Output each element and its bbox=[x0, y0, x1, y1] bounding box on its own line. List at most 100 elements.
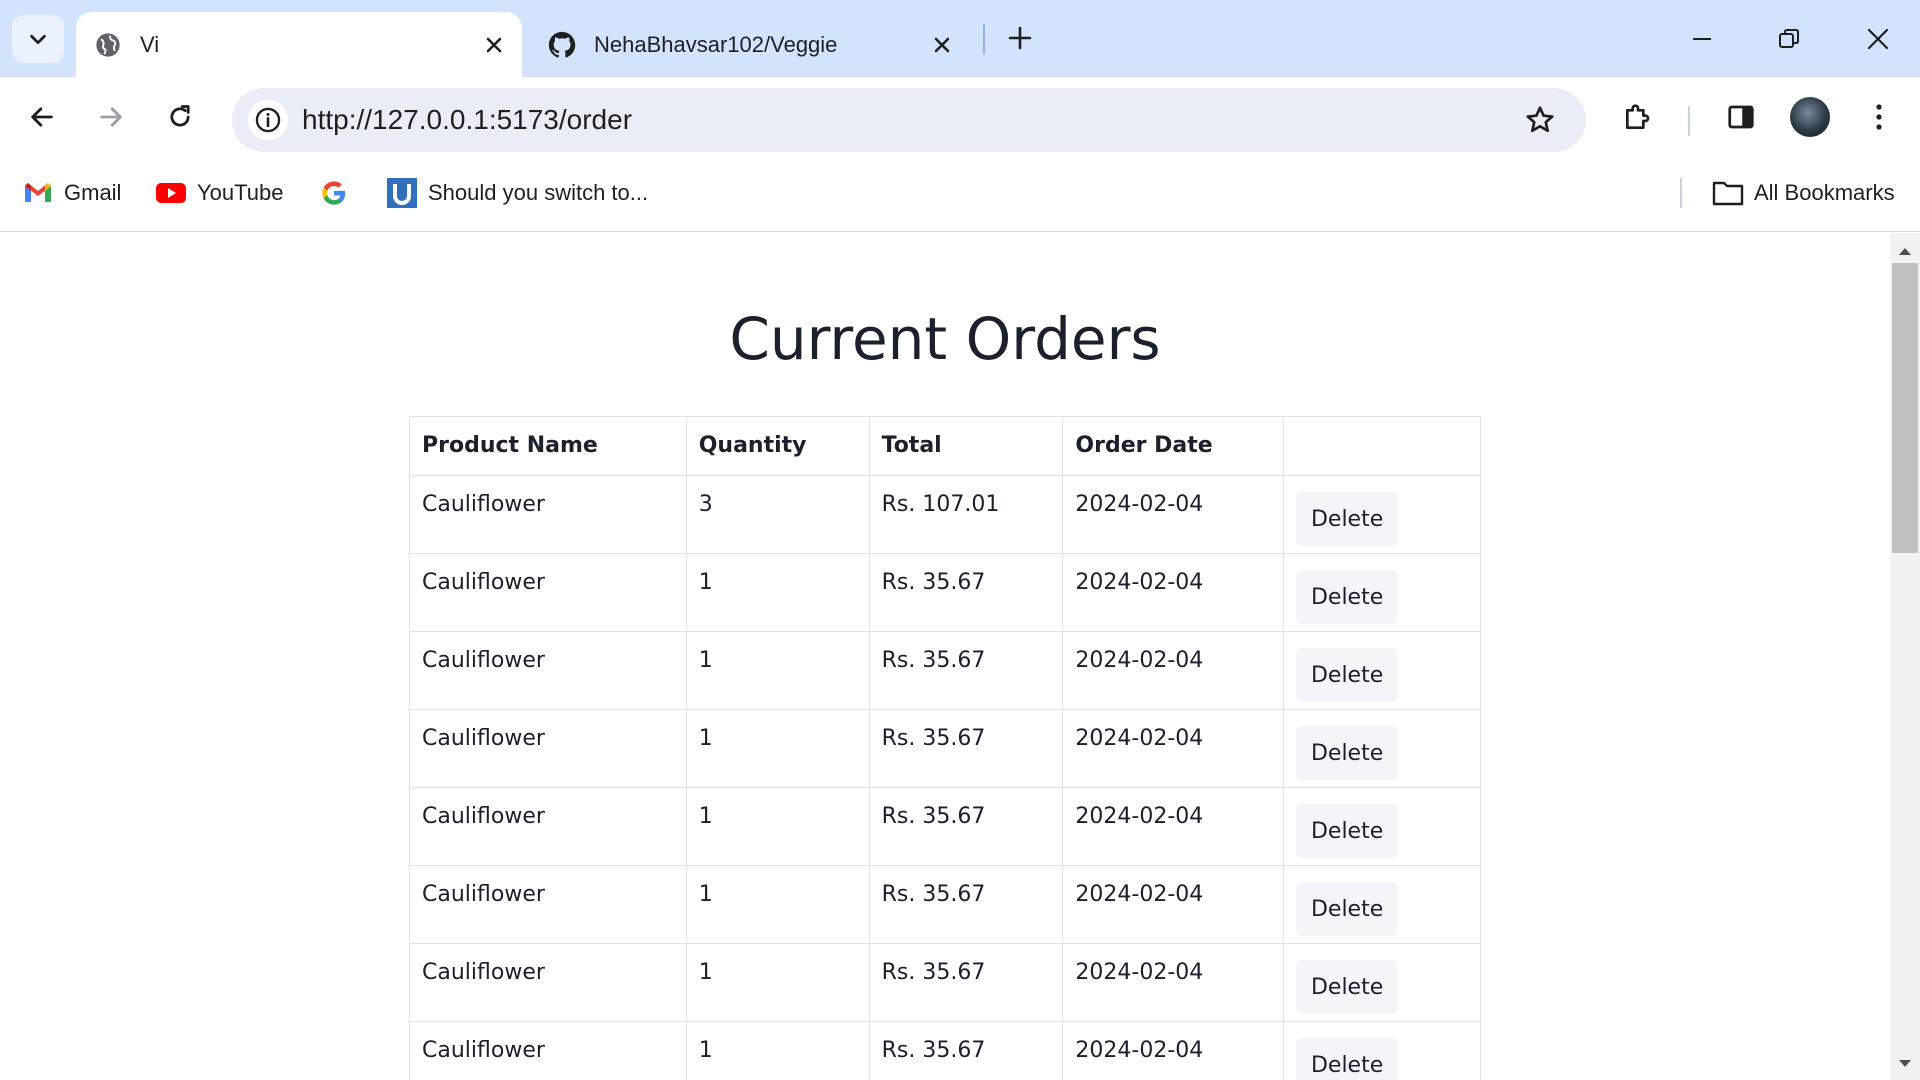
table-row: Cauliflower 3 Rs. 107.01 2024-02-04 Dele… bbox=[409, 475, 1481, 554]
tab-strip: Vi NehaBhavsar102/Veggie bbox=[0, 0, 1920, 77]
cell-total: Rs. 35.67 bbox=[868, 631, 1064, 710]
cell-date: 2024-02-04 bbox=[1062, 1021, 1285, 1080]
cell-actions: Delete bbox=[1283, 865, 1481, 944]
cell-actions: Delete bbox=[1283, 1021, 1481, 1080]
all-bookmarks-button[interactable]: All Bookmarks bbox=[1712, 173, 1895, 213]
cell-product: Cauliflower bbox=[409, 787, 687, 866]
restore-button[interactable] bbox=[1759, 14, 1819, 64]
bookmark-should-you-switch[interactable]: Should you switch to... bbox=[386, 173, 648, 213]
menu-button[interactable] bbox=[1857, 95, 1901, 139]
site-info-button[interactable] bbox=[248, 100, 288, 140]
triangle-down-icon bbox=[1899, 1060, 1911, 1067]
cell-total: Rs. 35.67 bbox=[868, 1021, 1064, 1080]
orders-table: Product Name Quantity Total Order Date C… bbox=[409, 416, 1481, 1080]
minimize-icon bbox=[1693, 38, 1711, 40]
minimize-button[interactable] bbox=[1672, 14, 1732, 64]
delete-button[interactable]: Delete bbox=[1296, 726, 1399, 780]
vertical-scrollbar[interactable] bbox=[1890, 233, 1920, 1080]
reload-icon bbox=[170, 105, 190, 127]
cell-quantity: 1 bbox=[685, 631, 870, 710]
youtube-icon bbox=[155, 177, 187, 209]
cell-date: 2024-02-04 bbox=[1062, 865, 1285, 944]
tab-title: NehaBhavsar102/Veggie bbox=[594, 31, 838, 57]
bookmark-star-button[interactable] bbox=[1522, 102, 1558, 138]
tab-active[interactable]: Vi bbox=[76, 12, 522, 77]
cell-product: Cauliflower bbox=[409, 709, 687, 788]
table-header-row: Product Name Quantity Total Order Date bbox=[409, 416, 1481, 476]
table-row: Cauliflower 1 Rs. 35.67 2024-02-04 Delet… bbox=[409, 943, 1481, 1022]
scroll-down-arrow[interactable] bbox=[1890, 1054, 1920, 1074]
close-tab-button[interactable] bbox=[924, 27, 960, 63]
address-bar[interactable]: http://127.0.0.1:5173/order bbox=[232, 88, 1586, 152]
delete-button[interactable]: Delete bbox=[1296, 492, 1399, 546]
cell-quantity: 1 bbox=[685, 865, 870, 944]
all-bookmarks-label: All Bookmarks bbox=[1754, 180, 1895, 205]
close-tab-button[interactable] bbox=[476, 27, 512, 63]
table-row: Cauliflower 1 Rs. 35.67 2024-02-04 Delet… bbox=[409, 553, 1481, 632]
plus-icon bbox=[1008, 26, 1032, 50]
cell-product: Cauliflower bbox=[409, 1021, 687, 1080]
cell-quantity: 1 bbox=[685, 553, 870, 632]
bookmark-google[interactable] bbox=[318, 173, 360, 213]
column-header-quantity: Quantity bbox=[685, 416, 870, 476]
new-tab-button[interactable] bbox=[1000, 18, 1040, 58]
cell-product: Cauliflower bbox=[409, 553, 687, 632]
extensions-button[interactable] bbox=[1616, 95, 1660, 139]
bookmark-label: Gmail bbox=[64, 180, 122, 205]
cell-total: Rs. 35.67 bbox=[868, 709, 1064, 788]
column-header-actions bbox=[1283, 416, 1481, 476]
gmail-icon bbox=[22, 177, 54, 209]
side-panel-icon bbox=[1728, 105, 1754, 129]
cell-actions: Delete bbox=[1283, 787, 1481, 866]
bookmarks-separator bbox=[1680, 178, 1682, 208]
triangle-up-icon bbox=[1899, 248, 1911, 255]
cell-quantity: 1 bbox=[685, 709, 870, 788]
profile-button[interactable] bbox=[1788, 95, 1832, 139]
bookmark-label: Should you switch to... bbox=[428, 180, 649, 205]
browser-toolbar: http://127.0.0.1:5173/order bbox=[0, 77, 1920, 155]
u-icon bbox=[386, 177, 418, 209]
cell-quantity: 1 bbox=[685, 787, 870, 866]
delete-button[interactable]: Delete bbox=[1296, 882, 1399, 936]
cell-total: Rs. 35.67 bbox=[868, 943, 1064, 1022]
delete-button[interactable]: Delete bbox=[1296, 1038, 1399, 1080]
cell-product: Cauliflower bbox=[409, 865, 687, 944]
close-icon bbox=[934, 37, 950, 52]
browser-window: Vi NehaBhavsar102/Veggie http://127.0.0.… bbox=[0, 0, 1920, 1080]
cell-total: Rs. 107.01 bbox=[868, 475, 1064, 554]
bookmark-gmail[interactable]: Gmail bbox=[22, 173, 121, 213]
cell-product: Cauliflower bbox=[409, 631, 687, 710]
scroll-thumb[interactable] bbox=[1892, 263, 1918, 553]
url-text[interactable]: http://127.0.0.1:5173/order bbox=[302, 104, 632, 136]
info-icon bbox=[255, 107, 281, 133]
column-header-order-date: Order Date bbox=[1062, 416, 1285, 476]
delete-button[interactable]: Delete bbox=[1296, 804, 1399, 858]
bookmark-youtube[interactable]: YouTube bbox=[155, 173, 283, 213]
cell-quantity: 1 bbox=[685, 1021, 870, 1080]
tab-search-button[interactable] bbox=[12, 15, 64, 63]
github-icon bbox=[546, 29, 578, 61]
cell-actions: Delete bbox=[1283, 475, 1481, 554]
puzzle-icon bbox=[1626, 104, 1650, 129]
more-vert-icon bbox=[1876, 104, 1882, 130]
column-header-total: Total bbox=[868, 416, 1064, 476]
cell-actions: Delete bbox=[1283, 709, 1481, 788]
table-row: Cauliflower 1 Rs. 35.67 2024-02-04 Delet… bbox=[409, 709, 1481, 788]
cell-total: Rs. 35.67 bbox=[868, 553, 1064, 632]
tab-github[interactable]: NehaBhavsar102/Veggie bbox=[530, 12, 970, 77]
star-icon bbox=[1526, 106, 1554, 133]
delete-button[interactable]: Delete bbox=[1296, 570, 1399, 624]
table-row: Cauliflower 1 Rs. 35.67 2024-02-04 Delet… bbox=[409, 787, 1481, 866]
delete-button[interactable]: Delete bbox=[1296, 960, 1399, 1014]
close-window-button[interactable] bbox=[1848, 14, 1908, 64]
forward-button[interactable] bbox=[89, 95, 133, 139]
delete-button[interactable]: Delete bbox=[1296, 648, 1399, 702]
reload-button[interactable] bbox=[158, 95, 202, 139]
bookmarks-bar: Gmail YouTube Should you switch to... Al… bbox=[0, 155, 1920, 232]
cell-total: Rs. 35.67 bbox=[868, 865, 1064, 944]
back-button[interactable] bbox=[20, 95, 64, 139]
scroll-up-arrow[interactable] bbox=[1890, 241, 1920, 261]
cell-quantity: 3 bbox=[685, 475, 870, 554]
side-panel-button[interactable] bbox=[1719, 95, 1763, 139]
table-row: Cauliflower 1 Rs. 35.67 2024-02-04 Delet… bbox=[409, 865, 1481, 944]
